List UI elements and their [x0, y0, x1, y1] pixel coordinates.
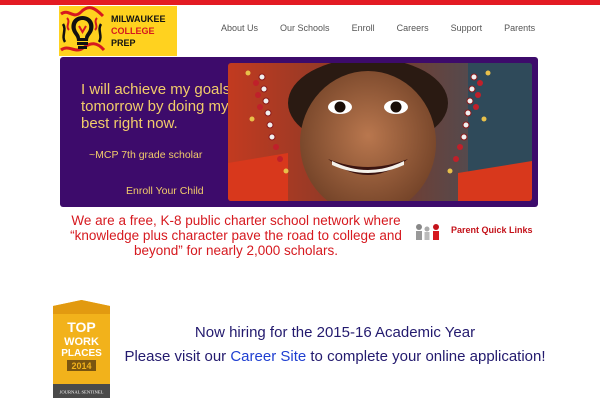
parent-quick-links[interactable]: Parent Quick Links [451, 225, 533, 235]
nav-about-us[interactable]: About Us [221, 23, 258, 33]
hiring-callout-suffix: to complete your online application! [306, 348, 546, 365]
enroll-your-child-link[interactable]: Enroll Your Child [126, 185, 204, 197]
hero-student-photo [228, 63, 532, 201]
top-accent-bar [0, 0, 600, 5]
badge-year: 2014 [71, 361, 91, 371]
hiring-callout: Please visit our Career Site to complete… [110, 345, 560, 369]
main-nav: About Us Our Schools Enroll Careers Supp… [221, 23, 535, 33]
nav-enroll[interactable]: Enroll [352, 23, 375, 33]
logo-line-1: MILWAUKEE [111, 14, 166, 24]
top-workplaces-badge[interactable]: TOP WORK PLACES 2014 JOURNAL SENTINEL [53, 300, 110, 398]
hiring-callout-prefix: Please visit our [124, 348, 231, 365]
family-icon[interactable] [413, 222, 443, 242]
lightbulb-emblem-icon [59, 6, 106, 56]
nav-parents[interactable]: Parents [504, 23, 535, 33]
nav-our-schools[interactable]: Our Schools [280, 23, 330, 33]
hero-banner: I will achieve my goals tomorrow by doin… [60, 57, 538, 207]
badge-line-1: TOP [67, 319, 96, 335]
badge-source: JOURNAL SENTINEL [60, 390, 104, 395]
nav-careers[interactable]: Careers [397, 23, 429, 33]
hero-quote: I will achieve my goals tomorrow by doin… [81, 81, 231, 132]
logo-wordmark: MILWAUKEE COLLEGE PREP [111, 13, 175, 49]
badge-line-2: WORK [64, 336, 99, 348]
hiring-announcement: Now hiring for the 2015-16 Academic Year… [110, 321, 560, 369]
logo-line-2: COLLEGE [111, 26, 155, 36]
nav-support[interactable]: Support [451, 23, 483, 33]
mission-statement: We are a free, K-8 public charter school… [70, 213, 402, 258]
badge-line-3: PLACES [61, 348, 102, 359]
site-logo[interactable]: MILWAUKEE COLLEGE PREP [59, 6, 177, 56]
hero-attribution: ~MCP 7th grade scholar [89, 149, 203, 161]
career-site-link[interactable]: Career Site [230, 348, 306, 365]
hiring-headline: Now hiring for the 2015-16 Academic Year [194, 324, 476, 341]
logo-line-3: PREP [111, 38, 136, 48]
